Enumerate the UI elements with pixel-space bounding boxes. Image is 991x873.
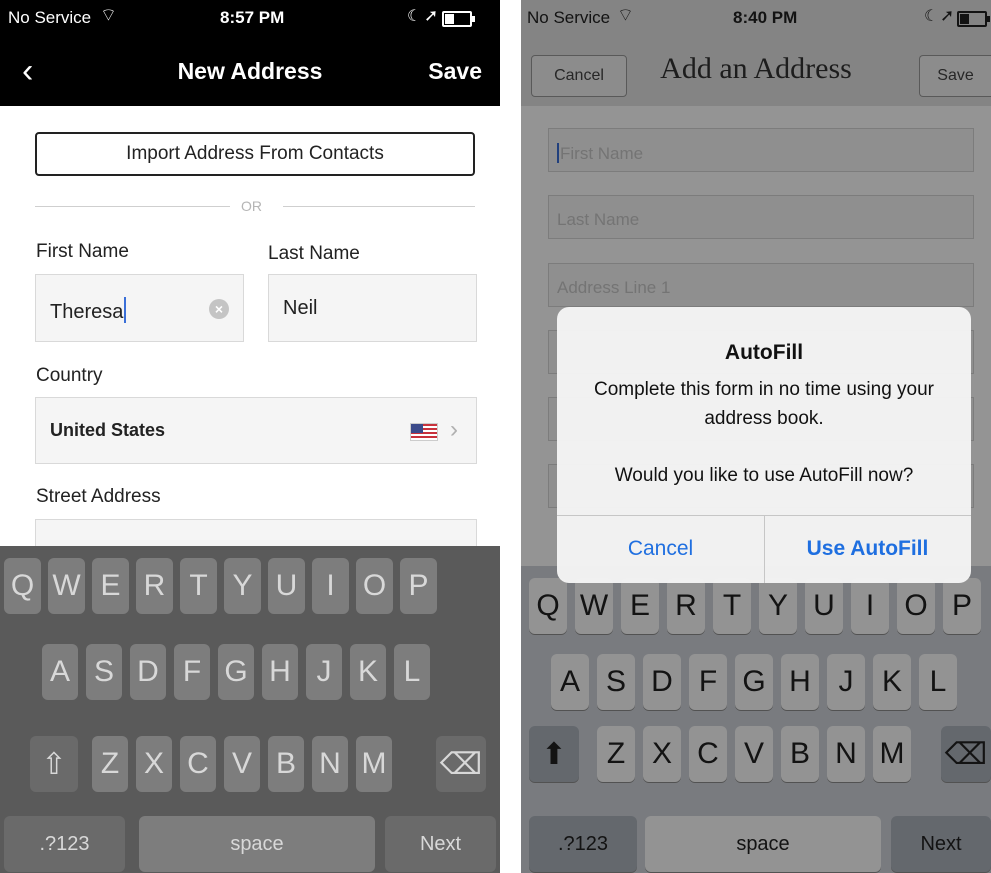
first-name-field[interactable]: Theresa × — [35, 274, 244, 342]
chevron-right-icon: › — [450, 416, 458, 443]
key-y[interactable]: Y — [224, 558, 261, 614]
key-z[interactable]: Z — [92, 736, 128, 792]
key-o[interactable]: O — [356, 558, 393, 614]
status-bar: No Service ⌔ 8:57 PM ☾ ➚ — [0, 0, 500, 40]
or-separator: OR — [241, 198, 262, 214]
navigation-bar: No Service ⌔ 8:57 PM ☾ ➚ ‹ New Address S… — [0, 0, 500, 106]
location-icon: ➚ — [424, 6, 439, 25]
alert-message: Complete this form in no time using your… — [593, 379, 935, 429]
key-e[interactable]: E — [92, 558, 129, 614]
moon-icon: ☾ — [407, 8, 422, 25]
last-name-value: Neil — [283, 297, 318, 319]
import-contacts-button[interactable]: Import Address From Contacts — [35, 132, 475, 176]
key-t[interactable]: T — [180, 558, 217, 614]
last-name-label: Last Name — [268, 243, 360, 264]
status-time: 8:57 PM — [220, 8, 285, 27]
key-h[interactable]: H — [262, 644, 298, 700]
key-j[interactable]: J — [306, 644, 342, 700]
space-key[interactable]: space — [139, 816, 375, 872]
key-p[interactable]: P — [400, 558, 437, 614]
key-w[interactable]: W — [48, 558, 85, 614]
key-i[interactable]: I — [312, 558, 349, 614]
country-label: Country — [36, 365, 103, 386]
divider — [35, 206, 230, 207]
key-v[interactable]: V — [224, 736, 260, 792]
key-r[interactable]: R — [136, 558, 173, 614]
street-address-label: Street Address — [36, 486, 161, 507]
country-value: United States — [50, 420, 166, 440]
add-address-screen: No Service ⌔ 8:40 PM ☾ ➚ Cancel Add an A… — [521, 0, 991, 873]
key-b[interactable]: B — [268, 736, 304, 792]
key-g[interactable]: G — [218, 644, 254, 700]
key-l[interactable]: L — [394, 644, 430, 700]
carrier-label: No Service — [8, 8, 92, 27]
use-autofill-button[interactable]: Use AutoFill — [764, 537, 971, 561]
key-f[interactable]: F — [174, 644, 210, 700]
key-d[interactable]: D — [130, 644, 166, 700]
key-a[interactable]: A — [42, 644, 78, 700]
next-key[interactable]: Next — [385, 816, 496, 872]
key-c[interactable]: C — [180, 736, 216, 792]
alert-cancel-button[interactable]: Cancel — [557, 537, 764, 561]
key-s[interactable]: S — [86, 644, 122, 700]
autofill-alert: AutoFill Complete this form in no time u… — [557, 307, 971, 583]
wifi-icon: ⌔ — [100, 5, 117, 25]
save-button[interactable]: Save — [428, 58, 482, 85]
numbers-key[interactable]: .?123 — [4, 816, 125, 872]
first-name-label: First Name — [36, 241, 129, 262]
page-title: New Address — [177, 58, 323, 84]
delete-key[interactable]: ⌫ — [436, 736, 486, 792]
key-q[interactable]: Q — [4, 558, 41, 614]
battery-icon — [442, 11, 475, 27]
clear-icon[interactable]: × — [209, 299, 229, 319]
shift-key[interactable]: ⇧ — [30, 736, 78, 792]
key-u[interactable]: U — [268, 558, 305, 614]
alert-title: AutoFill — [724, 341, 804, 364]
us-flag-icon — [410, 423, 438, 441]
alert-question: Would you like to use AutoFill now? — [614, 465, 914, 486]
key-x[interactable]: X — [136, 736, 172, 792]
first-name-value: Theresa — [50, 301, 124, 323]
new-address-screen: No Service ⌔ 8:57 PM ☾ ➚ ‹ New Address S… — [0, 0, 500, 873]
country-selector[interactable]: United States › — [35, 397, 477, 464]
keyboard: Q W E R T Y U I O P A S D F G H J K L ⇧ … — [0, 546, 500, 873]
text-caret — [124, 297, 127, 323]
key-k[interactable]: K — [350, 644, 386, 700]
key-n[interactable]: N — [312, 736, 348, 792]
last-name-field[interactable]: Neil — [268, 274, 477, 342]
divider — [283, 206, 475, 207]
key-m[interactable]: M — [356, 736, 392, 792]
